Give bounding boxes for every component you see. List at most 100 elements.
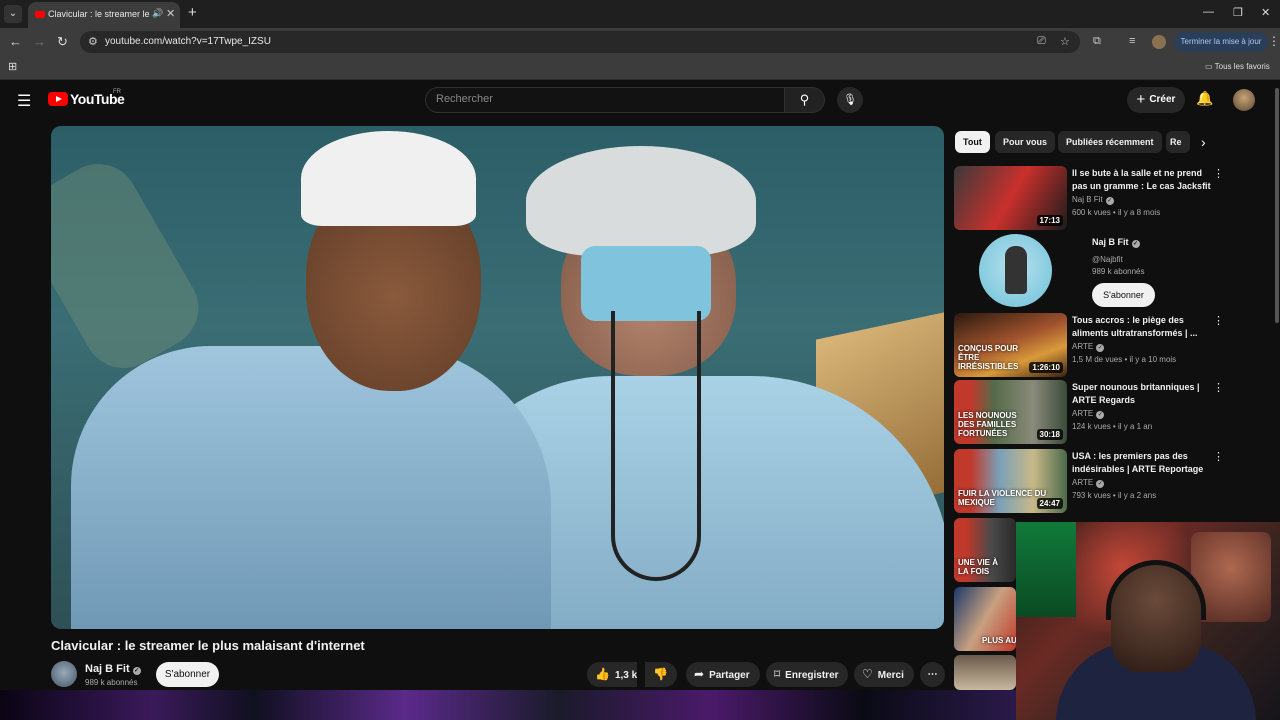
search-input[interactable] — [436, 93, 766, 105]
channel-card-subscribe-button[interactable]: S'abonner — [1092, 283, 1155, 307]
tab-close-icon[interactable]: ✕ — [166, 7, 175, 20]
recommended-video[interactable]: Une vie à la fois — [954, 518, 1016, 582]
create-button[interactable]: + Créer — [1127, 87, 1185, 113]
video-thumbnail[interactable]: Fuir la violence du Mexique 24:47 — [954, 449, 1067, 513]
channel-name-text[interactable]: Naj B Fit — [85, 663, 130, 675]
chip-partial[interactable]: Re — [1166, 131, 1190, 153]
account-avatar[interactable] — [1233, 89, 1255, 111]
back-icon[interactable]: ← — [9, 34, 22, 49]
youtube-logo-icon[interactable] — [48, 92, 68, 106]
share-label: Partager — [709, 670, 750, 681]
recommended-channel[interactable]: ARTE ✓ — [1072, 409, 1105, 419]
subscribe-button[interactable]: S'abonner — [156, 662, 219, 687]
search-button[interactable]: ⚲ — [785, 87, 825, 113]
tab-title: Clavicular : le streamer le plus malaisa… — [48, 9, 152, 19]
browser-toolbar: ← → ↻ ⚙ youtube.com/watch?v=17Twpe_IZSU … — [0, 28, 1280, 56]
new-tab-icon[interactable]: + — [188, 4, 197, 21]
address-bar[interactable]: ⚙ youtube.com/watch?v=17Twpe_IZSU ⎚ ☆ — [80, 31, 1080, 53]
duration-badge: 17:13 — [1036, 215, 1063, 226]
channel-name[interactable]: Naj B Fit ✓ — [85, 663, 141, 675]
thumbnail-overlay-text: Plus au — [982, 636, 1016, 645]
youtube-masthead: ☰ YouTube FR ⚲ 🎙 +Créer 🔔 — [0, 80, 1280, 120]
notifications-bell-icon[interactable]: 🔔 — [1196, 90, 1213, 107]
recommended-title[interactable]: Super nounous britanniques | ARTE Regard… — [1072, 381, 1212, 407]
recommended-video[interactable]: Fuir la violence du Mexique 24:47 USA : … — [954, 449, 1264, 513]
channel-text[interactable]: ARTE — [1072, 342, 1093, 351]
more-options-icon[interactable]: ⋮ — [1213, 314, 1224, 327]
channel-card-name[interactable]: Naj B Fit ✓ — [1092, 237, 1140, 248]
thanks-label: Merci — [877, 670, 904, 681]
minimize-icon[interactable]: — — [1203, 6, 1214, 18]
video-player[interactable] — [51, 126, 944, 629]
bookmark-star-icon[interactable]: ☆ — [1060, 35, 1070, 48]
video-thumbnail[interactable]: Plus au — [954, 587, 1016, 651]
share-button[interactable]: ➦ Partager — [686, 662, 760, 687]
view-count: 124 k vues — [1072, 422, 1111, 431]
dislike-button[interactable]: 👎 — [645, 662, 677, 687]
like-button[interactable]: 👍 1,3 k — [587, 662, 637, 687]
chip-all[interactable]: Tout — [955, 131, 990, 153]
chrome-menu-icon[interactable]: ⋮ — [1268, 34, 1280, 48]
channel-text[interactable]: Naj B Fit — [1072, 195, 1103, 204]
save-button[interactable]: ⌑ Enregistrer — [766, 662, 848, 687]
recommended-channel[interactable]: ARTE ✓ — [1072, 342, 1105, 352]
chevron-right-icon[interactable]: › — [1201, 134, 1206, 150]
thanks-button[interactable]: ♡ Merci — [854, 662, 914, 687]
recommended-title[interactable]: Tous accros : le piège des aliments ultr… — [1072, 314, 1212, 340]
update-button[interactable]: Terminer la mise à jour — [1174, 32, 1268, 52]
cast-icon[interactable]: ⎚ — [1037, 35, 1046, 48]
recommended-title[interactable]: Il se bute à la salle et ne prend pas un… — [1072, 167, 1212, 193]
video-thumbnail[interactable] — [954, 655, 1016, 690]
channel-card-name-text[interactable]: Naj B Fit — [1092, 237, 1129, 247]
voice-search-button[interactable]: 🎙 — [837, 87, 863, 113]
video-thumbnail[interactable]: Les nounous des familles fortunées 30:18 — [954, 380, 1067, 444]
view-count: 793 k vues — [1072, 491, 1111, 500]
more-actions-button[interactable]: ⋯ — [920, 662, 945, 687]
thumbs-down-icon: 👎 — [653, 667, 668, 681]
recommended-video[interactable]: Conçus pour être irrésistibles 1:26:10 T… — [954, 313, 1264, 377]
video-thumbnail[interactable]: Conçus pour être irrésistibles 1:26:10 — [954, 313, 1067, 377]
channel-subscribers: 989 k abonnés — [85, 678, 138, 687]
extensions-icon[interactable]: ⧉ — [1093, 35, 1101, 48]
recommended-video[interactable]: 17:13 Il se bute à la salle et ne prend … — [954, 166, 1264, 230]
url-text[interactable]: youtube.com/watch?v=17Twpe_IZSU — [105, 36, 271, 47]
recommended-video[interactable] — [954, 655, 1016, 690]
page-scrollbar[interactable] — [1275, 88, 1279, 323]
recommended-video[interactable]: Les nounous des familles fortunées 30:18… — [954, 380, 1264, 444]
chip-recent[interactable]: Publiées récemment — [1058, 131, 1162, 153]
window-close-icon[interactable]: ✕ — [1261, 6, 1270, 19]
recommended-video[interactable]: Plus au — [954, 587, 1016, 651]
more-options-icon[interactable]: ⋮ — [1213, 450, 1224, 463]
forward-icon[interactable]: → — [33, 34, 46, 49]
channel-text[interactable]: ARTE — [1072, 478, 1093, 487]
channel-card[interactable]: Naj B Fit ✓ @Najbfit 989 k abonnés S'abon… — [954, 232, 1264, 308]
recommended-title[interactable]: USA : les premiers pas des indésirables … — [1072, 450, 1212, 476]
channel-card-handle: @Najbfit — [1092, 255, 1123, 264]
menu-icon[interactable]: ☰ — [17, 91, 31, 111]
audio-playing-icon[interactable]: 🔊 — [152, 8, 163, 19]
tab-search-chevron-icon[interactable]: ⌄ — [4, 5, 22, 23]
maximize-icon[interactable]: ❐ — [1233, 6, 1243, 19]
profile-avatar[interactable] — [1152, 35, 1166, 49]
video-thumbnail[interactable]: Une vie à la fois — [954, 518, 1016, 582]
more-options-icon[interactable]: ⋮ — [1213, 167, 1224, 180]
verified-icon: ✓ — [1131, 240, 1140, 248]
stream-overlay-strip — [0, 690, 1016, 720]
browser-tab[interactable]: Clavicular : le streamer le plus malaisa… — [28, 2, 180, 28]
site-info-icon[interactable]: ⚙ — [88, 35, 98, 48]
all-bookmarks-folder[interactable]: ▭ Tous les favoris — [1205, 62, 1270, 71]
more-options-icon[interactable]: ⋮ — [1213, 381, 1224, 394]
recommended-meta: 124 k vues • il y a 1 an — [1072, 422, 1153, 431]
chip-for-you[interactable]: Pour vous — [995, 131, 1056, 153]
apps-grid-icon[interactable]: ⊞ — [8, 60, 17, 73]
media-controls-icon[interactable]: ≡ — [1129, 35, 1135, 47]
stethoscope — [611, 311, 701, 581]
surgical-cap — [526, 146, 756, 256]
channel-text[interactable]: ARTE — [1072, 409, 1093, 418]
video-title: Clavicular : le streamer le plus malaisa… — [51, 638, 365, 653]
recommended-channel[interactable]: Naj B Fit ✓ — [1072, 195, 1114, 205]
video-thumbnail[interactable]: 17:13 — [954, 166, 1067, 230]
recommended-channel[interactable]: ARTE ✓ — [1072, 478, 1105, 488]
reload-icon[interactable]: ↻ — [57, 34, 68, 50]
channel-avatar[interactable] — [51, 661, 77, 687]
